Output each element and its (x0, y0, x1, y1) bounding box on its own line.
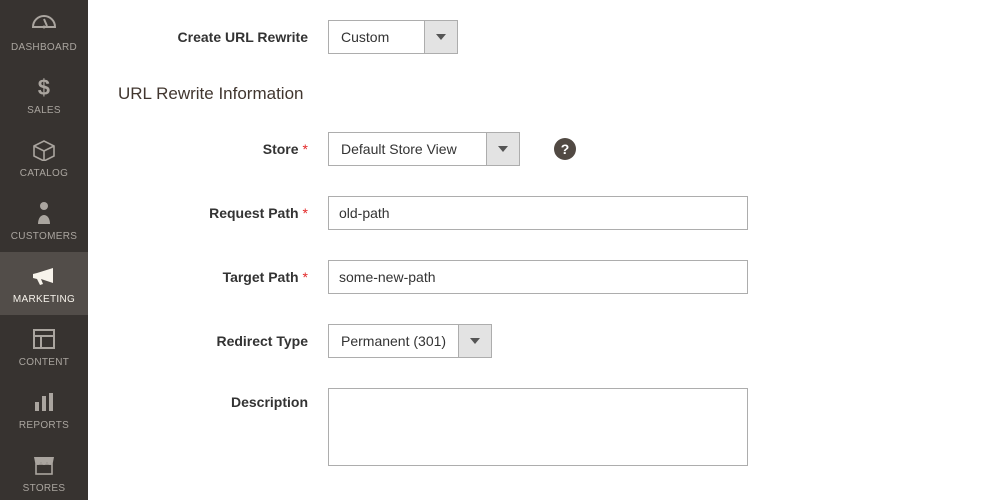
sidebar-item-label: STORES (23, 483, 66, 494)
megaphone-icon (31, 262, 57, 290)
main-content: Create URL Rewrite Custom URL Rewrite In… (88, 0, 1000, 500)
select-value: Default Store View (328, 132, 486, 166)
gauge-icon (31, 10, 57, 38)
sidebar-item-label: MARKETING (13, 294, 75, 305)
sidebar-item-reports[interactable]: REPORTS (0, 378, 88, 441)
row-create-url-rewrite: Create URL Rewrite Custom (118, 20, 960, 54)
select-create-url-rewrite[interactable]: Custom (328, 20, 458, 54)
sidebar-item-sales[interactable]: $ SALES (0, 63, 88, 126)
label-request-path: Request Path* (118, 205, 328, 221)
section-title: URL Rewrite Information (118, 84, 960, 104)
box-icon (32, 136, 56, 164)
select-store[interactable]: Default Store View (328, 132, 520, 166)
chevron-down-icon (458, 324, 492, 358)
label-description: Description (118, 388, 328, 410)
sidebar-item-content[interactable]: CONTENT (0, 315, 88, 378)
sidebar-item-label: CONTENT (19, 357, 69, 368)
sidebar-item-label: CUSTOMERS (11, 231, 77, 242)
admin-sidebar: DASHBOARD $ SALES CATALOG CUSTOMERS MARK… (0, 0, 88, 500)
label-target-path: Target Path* (118, 269, 328, 285)
sidebar-item-marketing[interactable]: MARKETING (0, 252, 88, 315)
label-store: Store* (118, 141, 328, 157)
sidebar-item-label: DASHBOARD (11, 42, 77, 53)
row-store: Store* Default Store View ? (118, 132, 960, 166)
row-description: Description (118, 388, 960, 466)
person-icon (35, 199, 53, 227)
label-create-url-rewrite: Create URL Rewrite (118, 29, 328, 45)
sidebar-item-label: SALES (27, 105, 61, 116)
sidebar-item-stores[interactable]: STORES (0, 441, 88, 500)
row-redirect-type: Redirect Type Permanent (301) (118, 324, 960, 358)
row-request-path: Request Path* (118, 196, 960, 230)
bars-icon (33, 388, 55, 416)
layout-icon (33, 325, 55, 353)
sidebar-item-customers[interactable]: CUSTOMERS (0, 189, 88, 252)
select-value: Custom (328, 20, 424, 54)
select-value: Permanent (301) (328, 324, 458, 358)
input-request-path[interactable] (328, 196, 748, 230)
row-target-path: Target Path* (118, 260, 960, 294)
textarea-description[interactable] (328, 388, 748, 466)
storefront-icon (32, 451, 56, 479)
sidebar-item-catalog[interactable]: CATALOG (0, 126, 88, 189)
sidebar-item-label: CATALOG (20, 168, 68, 179)
svg-text:$: $ (38, 75, 51, 100)
help-icon[interactable]: ? (554, 138, 576, 160)
dollar-icon: $ (35, 73, 53, 101)
label-redirect-type: Redirect Type (118, 333, 328, 349)
chevron-down-icon (486, 132, 520, 166)
sidebar-item-label: REPORTS (19, 420, 69, 431)
chevron-down-icon (424, 20, 458, 54)
input-target-path[interactable] (328, 260, 748, 294)
select-redirect-type[interactable]: Permanent (301) (328, 324, 492, 358)
sidebar-item-dashboard[interactable]: DASHBOARD (0, 0, 88, 63)
